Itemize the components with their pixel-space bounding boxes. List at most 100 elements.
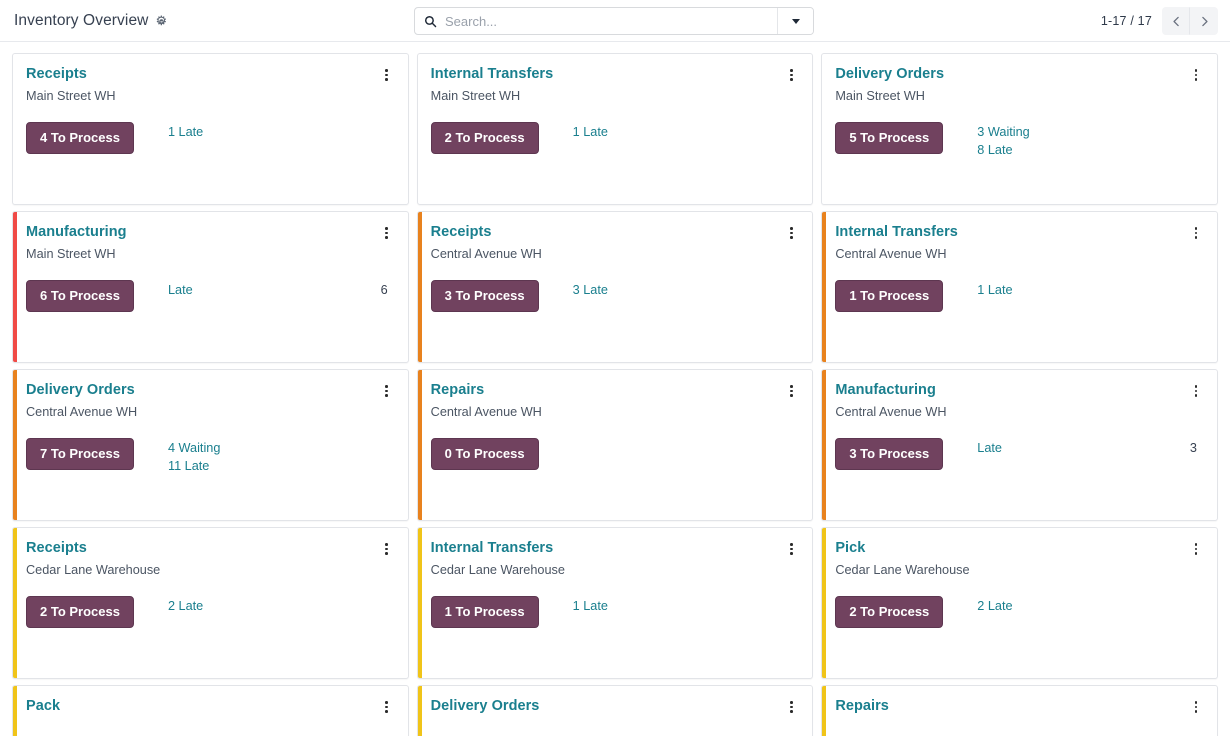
kanban-card-header: ReceiptsCentral Avenue WH <box>431 224 799 263</box>
search-input[interactable] <box>445 14 768 29</box>
to-process-button[interactable]: 2 To Process <box>835 596 943 628</box>
kanban-card-stat-label[interactable]: 3 Waiting <box>977 125 1203 139</box>
to-process-button[interactable]: 5 To Process <box>835 122 943 154</box>
kanban-card-stat-label[interactable]: 2 Late <box>977 599 1203 613</box>
kanban-grid: Receipts Main Street WH 4 To Process 1 Late… <box>0 42 1230 736</box>
kanban-card-menu-icon[interactable] <box>380 67 394 83</box>
kanban-card-stat-label[interactable]: 3 Late <box>573 283 799 297</box>
kanban-card-body: 5 To Process 3 Waiting 8 Late <box>835 122 1203 157</box>
kanban-card-title[interactable]: Internal Transfers <box>431 66 554 83</box>
kanban-card-menu-icon[interactable] <box>784 541 798 557</box>
pager-next-button[interactable] <box>1190 7 1218 35</box>
kanban-card-header: RepairsCentral Avenue WH <box>431 382 799 421</box>
to-process-button[interactable]: 0 To Process <box>431 438 539 470</box>
kanban-card-title[interactable]: Manufacturing <box>26 224 127 241</box>
kanban-card-title[interactable]: Repairs <box>835 698 889 715</box>
kanban-card[interactable]: Manufacturing Central Avenue WH 3 To Proce… <box>821 369 1218 521</box>
kanban-card-stat-label[interactable]: 4 Waiting <box>168 441 394 455</box>
kanban-card-body: 6 To Process Late6 <box>26 280 394 312</box>
kanban-card-title[interactable]: Pack <box>26 698 60 715</box>
kanban-card-body: 2 To Process 1 Late <box>431 122 799 154</box>
kanban-card-menu-icon[interactable] <box>1189 541 1203 557</box>
search-dropdown-toggle[interactable] <box>777 8 813 34</box>
kanban-card-stat-row: 1 Late <box>573 125 799 139</box>
kanban-card-title[interactable]: Pick <box>835 540 969 557</box>
kanban-card-menu-icon[interactable] <box>1189 699 1203 715</box>
kanban-cell: Delivery OrdersCentral Avenue WH7 To Pro… <box>8 366 413 524</box>
kanban-card-stat-label[interactable]: 1 Late <box>168 125 394 139</box>
kanban-card[interactable]: ReceiptsCedar Lane Warehouse2 To Process… <box>12 527 409 679</box>
to-process-button[interactable]: 3 To Process <box>835 438 943 470</box>
kanban-card-menu-icon[interactable] <box>784 699 798 715</box>
to-process-button[interactable]: 6 To Process <box>26 280 134 312</box>
kanban-card-stat-label[interactable]: 2 Late <box>168 599 394 613</box>
kanban-card-body: 1 To Process 1 Late <box>835 280 1203 312</box>
kanban-card-titles: RepairsCentral Avenue WH <box>431 382 542 421</box>
kanban-card-title[interactable]: Receipts <box>26 540 160 557</box>
kanban-card[interactable]: RepairsCentral Avenue WH 0 To Process <box>417 369 814 521</box>
kanban-card-menu-icon[interactable] <box>784 383 798 399</box>
to-process-button[interactable]: 2 To Process <box>26 596 134 628</box>
kanban-card[interactable]: Internal TransfersCedar Lane Warehouse1 … <box>417 527 814 679</box>
kanban-card-menu-icon[interactable] <box>380 699 394 715</box>
chevron-down-icon <box>792 19 800 24</box>
kanban-card-title[interactable]: Repairs <box>431 382 542 399</box>
kanban-card-title[interactable]: Internal Transfers <box>431 540 565 557</box>
kanban-cell: Pack <box>8 682 413 736</box>
kanban-card-stat-label[interactable]: Late <box>977 441 1002 455</box>
kanban-card-stats: 1 Late <box>168 122 394 139</box>
kanban-card-title[interactable]: Receipts <box>431 224 542 241</box>
kanban-card[interactable]: Delivery Orders <box>417 685 814 736</box>
to-process-button[interactable]: 1 To Process <box>835 280 943 312</box>
kanban-card[interactable]: Internal TransfersMain Street WH 2 To Pro… <box>417 53 814 205</box>
to-process-button[interactable]: 4 To Process <box>26 122 134 154</box>
kanban-card-stat-label[interactable]: 11 Late <box>168 459 394 473</box>
kanban-card-warehouse: Central Avenue WH <box>835 404 946 421</box>
search-view[interactable] <box>414 7 814 35</box>
kanban-card-stat-label[interactable]: 1 Late <box>573 125 799 139</box>
kanban-card-menu-icon[interactable] <box>1189 383 1203 399</box>
to-process-button[interactable]: 1 To Process <box>431 596 539 628</box>
kanban-card[interactable]: Delivery Orders Main Street WH 5 To Proces… <box>821 53 1218 205</box>
kanban-card-stat-label[interactable]: 8 Late <box>977 143 1203 157</box>
kanban-card-menu-icon[interactable] <box>380 225 394 241</box>
kanban-card-menu-icon[interactable] <box>380 541 394 557</box>
kanban-card-title[interactable]: Delivery Orders <box>26 382 137 399</box>
kanban-card-stats: Late6 <box>168 280 394 297</box>
kanban-card[interactable]: Delivery OrdersCentral Avenue WH7 To Pro… <box>12 369 409 521</box>
to-process-button[interactable]: 2 To Process <box>431 122 539 154</box>
kanban-card-stat-label[interactable]: 1 Late <box>977 283 1203 297</box>
kanban-card[interactable]: ReceiptsCentral Avenue WH 3 To Process 3 L… <box>417 211 814 363</box>
kanban-card-header: Internal TransfersMain Street WH <box>431 66 799 105</box>
kanban-card[interactable]: Receipts Main Street WH 4 To Process 1 Late <box>12 53 409 205</box>
kanban-card-stat-label[interactable]: Late <box>168 283 193 297</box>
kanban-cell: Internal Transfers Central Avenue WH 1 To … <box>817 208 1222 366</box>
kanban-card-menu-icon[interactable] <box>784 225 798 241</box>
to-process-button[interactable]: 3 To Process <box>431 280 539 312</box>
kanban-card-warehouse: Central Avenue WH <box>835 246 958 263</box>
search-field-area[interactable] <box>415 8 777 34</box>
kanban-card-titles: ManufacturingMain Street WH <box>26 224 127 263</box>
kanban-card[interactable]: Repairs <box>821 685 1218 736</box>
gear-icon[interactable]: ⚙ <box>155 15 168 28</box>
pager-previous-button[interactable] <box>1162 7 1190 35</box>
kanban-card-menu-icon[interactable] <box>784 67 798 83</box>
kanban-card[interactable]: Pack <box>12 685 409 736</box>
kanban-card-warehouse: Main Street WH <box>835 88 944 105</box>
kanban-card-title[interactable]: Delivery Orders <box>431 698 540 715</box>
kanban-card-title[interactable]: Manufacturing <box>835 382 946 399</box>
to-process-button[interactable]: 7 To Process <box>26 438 134 470</box>
kanban-card-menu-icon[interactable] <box>1189 225 1203 241</box>
kanban-card[interactable]: Internal Transfers Central Avenue WH 1 To … <box>821 211 1218 363</box>
kanban-card-menu-icon[interactable] <box>380 383 394 399</box>
kanban-card-menu-icon[interactable] <box>1189 67 1203 83</box>
kanban-card-title[interactable]: Delivery Orders <box>835 66 944 83</box>
kanban-card-stat-label[interactable]: 1 Late <box>573 599 799 613</box>
kanban-card-warehouse: Main Street WH <box>26 88 116 105</box>
kanban-card-title[interactable]: Receipts <box>26 66 116 83</box>
kanban-card-stat-row: 1 Late <box>573 599 799 613</box>
kanban-card-stat-row: 4 Waiting <box>168 441 394 455</box>
kanban-card[interactable]: PickCedar Lane Warehouse2 To Process2 La… <box>821 527 1218 679</box>
kanban-card[interactable]: ManufacturingMain Street WH 6 To Process L… <box>12 211 409 363</box>
kanban-card-title[interactable]: Internal Transfers <box>835 224 958 241</box>
